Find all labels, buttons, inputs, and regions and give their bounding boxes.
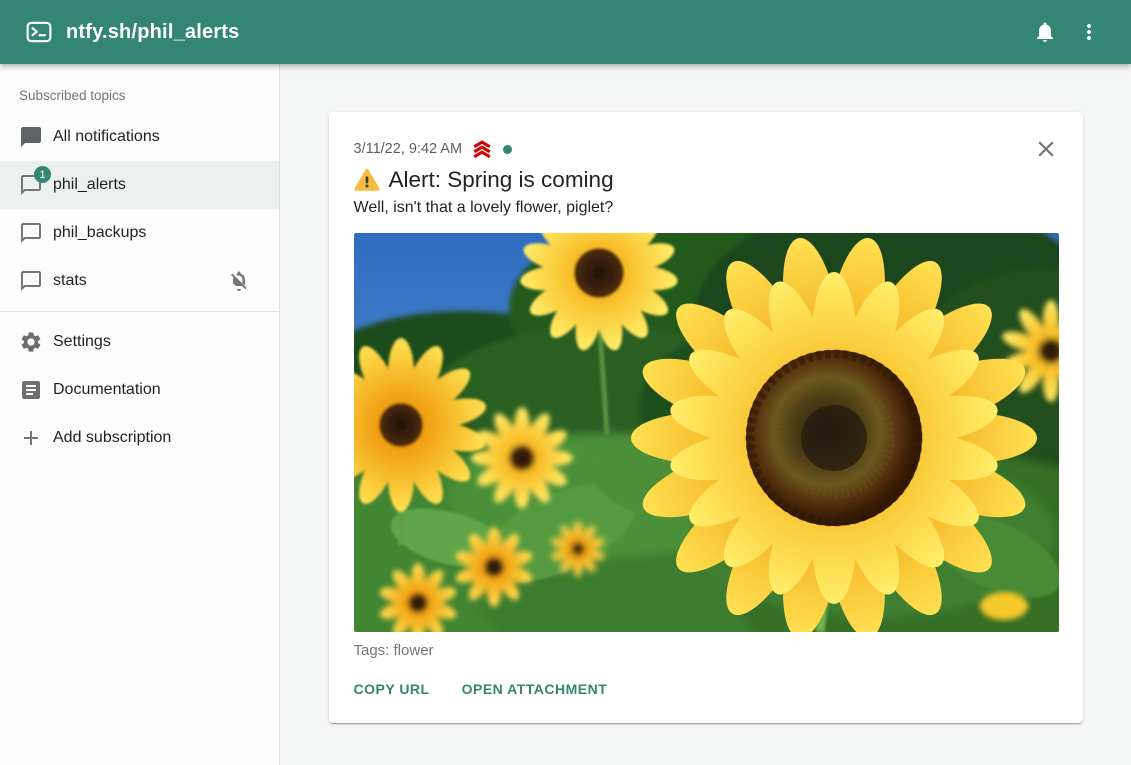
notification-title: Alert: Spring is coming — [389, 167, 614, 193]
sidebar: Subscribed topics All notifications 1 ph… — [0, 64, 280, 765]
chat-bubble-outline-icon — [19, 269, 43, 293]
ntfy-logo-terminal-icon — [26, 19, 52, 45]
ntfy-app-window: ntfy.sh/phil_alerts Subscribed topics Al… — [0, 0, 1131, 765]
main-area: 3/11/22, 9:42 AM Alert: Spring is coming… — [280, 64, 1131, 765]
priority-max-icon — [471, 138, 493, 160]
gear-icon — [19, 330, 43, 354]
tags-label: Tags: flower — [354, 642, 1058, 659]
notification-body: Well, isn't that a lovely flower, piglet… — [354, 199, 1058, 217]
sidebar-item-label: phil_alerts — [53, 176, 263, 194]
notification-title-row: Alert: Spring is coming — [354, 167, 1058, 193]
sidebar-item-documentation[interactable]: Documentation — [0, 366, 279, 414]
subscribed-topics-label: Subscribed topics — [0, 68, 279, 113]
sidebar-item-label: Settings — [53, 333, 263, 351]
open-attachment-button[interactable]: OPEN ATTACHMENT — [454, 673, 616, 705]
chat-bubble-filled-icon — [19, 125, 43, 149]
sidebar-divider — [0, 311, 279, 312]
sidebar-item-label: phil_backups — [53, 224, 263, 242]
sidebar-item-stats[interactable]: stats — [0, 257, 279, 305]
overflow-menu-button[interactable] — [1067, 10, 1111, 54]
page-title: ntfy.sh/phil_alerts — [66, 21, 239, 44]
timestamp: 3/11/22, 9:42 AM — [354, 141, 463, 157]
notifications-bell-button[interactable] — [1023, 10, 1067, 54]
copy-url-button[interactable]: COPY URL — [346, 673, 438, 705]
sidebar-item-label: Documentation — [53, 381, 263, 399]
notification-card: 3/11/22, 9:42 AM Alert: Spring is coming… — [329, 112, 1083, 723]
chat-bubble-outline-icon — [19, 221, 43, 245]
sidebar-item-phil-backups[interactable]: phil_backups — [0, 209, 279, 257]
sidebar-item-add-subscription[interactable]: Add subscription — [0, 414, 279, 462]
chat-bubble-outline-icon: 1 — [19, 173, 43, 197]
sidebar-item-label: Add subscription — [53, 429, 263, 447]
warning-triangle-icon — [354, 168, 380, 192]
attachment-image[interactable] — [354, 233, 1059, 632]
sidebar-item-label: All notifications — [53, 128, 263, 146]
notification-actions: COPY URL OPEN ATTACHMENT — [346, 673, 1058, 705]
plus-icon — [19, 426, 43, 450]
sidebar-item-phil-alerts[interactable]: 1 phil_alerts — [0, 161, 279, 209]
notification-meta: 3/11/22, 9:42 AM — [354, 138, 1058, 160]
article-icon — [19, 378, 43, 402]
app-bar: ntfy.sh/phil_alerts — [0, 0, 1131, 64]
close-icon[interactable] — [1033, 136, 1059, 162]
bell-off-icon — [227, 269, 251, 293]
sidebar-item-settings[interactable]: Settings — [0, 318, 279, 366]
unread-dot-icon — [503, 145, 512, 154]
sidebar-item-label: stats — [53, 272, 227, 290]
unread-count-badge: 1 — [34, 166, 51, 183]
sidebar-item-all-notifications[interactable]: All notifications — [0, 113, 279, 161]
